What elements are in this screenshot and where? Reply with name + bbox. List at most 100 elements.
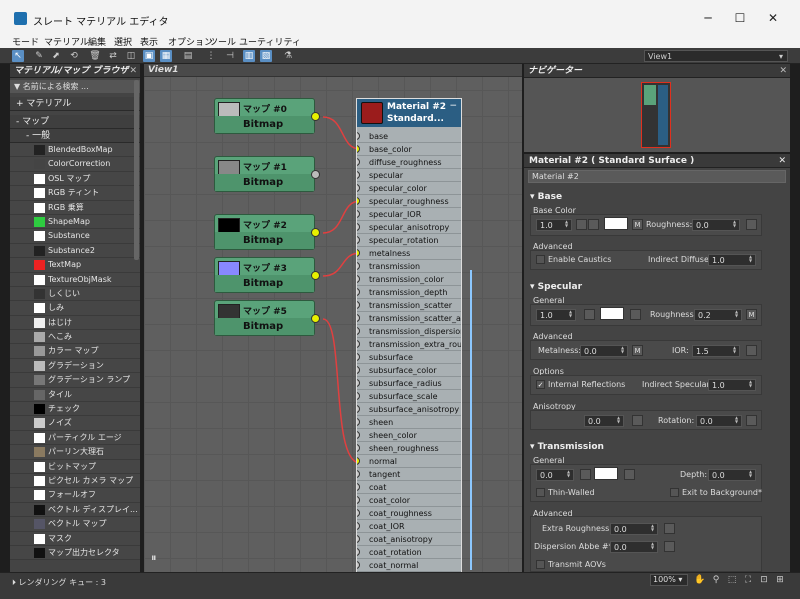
layout-all-icon[interactable]: ▤ <box>182 50 194 62</box>
transmission-section-header[interactable]: ▾ Transmission <box>530 442 604 452</box>
material-input-slot[interactable]: coat_IOR <box>357 520 461 533</box>
indirect-specular-spinner[interactable]: 1.0 <box>708 379 756 391</box>
group-materials[interactable]: + マテリアル <box>10 97 140 111</box>
material-input-slot[interactable]: subsurface_radius <box>357 377 461 390</box>
select-tool-icon[interactable]: ↖ <box>12 50 24 62</box>
input-port[interactable] <box>357 509 360 517</box>
input-port[interactable] <box>357 379 360 387</box>
input-port[interactable] <box>357 314 360 322</box>
input-port[interactable] <box>357 405 360 413</box>
indirect-diffuse-spinner[interactable]: 1.0 <box>708 254 756 266</box>
input-port[interactable] <box>357 184 360 192</box>
input-port[interactable] <box>357 444 360 452</box>
show-map-icon[interactable]: ▣ <box>143 50 155 62</box>
zoom-dropdown[interactable]: 100% ▾ <box>650 574 688 586</box>
specular-weight-spinner[interactable]: 1.0 <box>536 309 576 321</box>
transmission-weight-map-button[interactable] <box>580 469 591 480</box>
base-map-slot[interactable] <box>588 219 599 230</box>
map-list-item[interactable]: ベクトル ディスプレイ... <box>10 502 140 518</box>
close-button[interactable]: ✕ <box>762 8 784 28</box>
material-node[interactable]: Material #2 Standard... − base base_color… <box>356 98 462 572</box>
close-icon[interactable]: ✕ <box>129 64 137 78</box>
maximize-button[interactable]: ☐ <box>729 8 751 28</box>
depth-spinner[interactable]: 0.0 <box>708 469 756 481</box>
menu-mode[interactable]: モード <box>12 35 39 48</box>
input-port[interactable] <box>357 171 360 179</box>
material-input-slot[interactable]: metalness <box>357 247 461 260</box>
map-list-item[interactable]: RGB ティント <box>10 186 140 201</box>
input-port[interactable] <box>357 223 360 231</box>
dispersion-spinner[interactable]: 0.0 <box>610 541 658 553</box>
input-port[interactable] <box>357 262 360 270</box>
map-list-item[interactable]: OSL マップ <box>10 171 140 187</box>
map-list-item[interactable]: グラデーション ランプ <box>10 373 140 388</box>
metalness-spinner[interactable]: 0.0 <box>580 345 628 357</box>
input-port[interactable] <box>357 496 360 504</box>
map-node-3[interactable]: マップ #3 Bitmap <box>214 257 320 293</box>
material-input-slot[interactable]: coat_anisotropy <box>357 533 461 546</box>
internal-reflections-checkbox[interactable]: ✓ <box>536 380 545 389</box>
specular-section-header[interactable]: ▾ Specular <box>530 282 582 292</box>
extra-roughness-spinner[interactable]: 0.0 <box>610 523 658 535</box>
show-background-icon[interactable]: ▦ <box>160 50 172 62</box>
material-input-slot[interactable]: sheen_roughness <box>357 442 461 455</box>
input-port[interactable] <box>357 561 360 569</box>
base-section-header[interactable]: ▾ Base <box>530 192 562 202</box>
material-input-slot[interactable]: specular_IOR <box>357 208 461 221</box>
zoom-icon[interactable]: ⚲ <box>710 574 722 586</box>
anisotropy-map-button[interactable] <box>632 415 643 426</box>
exit-to-background-checkbox[interactable] <box>670 488 679 497</box>
material-input-slot[interactable]: subsurface_color <box>357 364 461 377</box>
menu-options[interactable]: オプション <box>168 35 213 48</box>
base-weight-map-button[interactable] <box>576 219 587 230</box>
output-port[interactable] <box>311 112 320 121</box>
specular-weight-map-button[interactable] <box>584 309 595 320</box>
input-port[interactable] <box>357 470 360 478</box>
map-list-item[interactable]: Substance <box>10 229 140 244</box>
map-list-item[interactable]: ビットマップ <box>10 459 140 474</box>
input-port[interactable] <box>357 145 360 153</box>
dispersion-map-button[interactable] <box>664 541 675 552</box>
map-list-item[interactable]: ピクセル カメラ マップ <box>10 473 140 489</box>
map-list-item[interactable]: カラー マップ <box>10 344 140 359</box>
enable-caustics-checkbox[interactable] <box>536 255 545 264</box>
input-port[interactable] <box>357 392 360 400</box>
material-input-slot[interactable]: specular_color <box>357 182 461 195</box>
transmission-color-swatch[interactable] <box>594 467 618 480</box>
map-list-item[interactable]: BlendedBoxMap <box>10 143 140 158</box>
input-port[interactable] <box>357 249 360 257</box>
collapse-icon[interactable]: − <box>449 101 457 111</box>
material-input-slot[interactable]: base_color <box>357 143 461 156</box>
layout-children-icon[interactable]: ⋮ <box>205 50 217 62</box>
material-input-slot[interactable]: normal <box>357 455 461 468</box>
menu-view[interactable]: 表示 <box>140 35 158 48</box>
material-input-slot[interactable]: coat_normal <box>357 559 461 572</box>
material-node-header[interactable]: Material #2 Standard... − <box>357 99 461 127</box>
menu-select[interactable]: 選択 <box>114 35 132 48</box>
assign-material-icon[interactable]: ⬈ <box>50 50 62 62</box>
menu-utilities[interactable]: ユーティリティ <box>239 35 301 48</box>
group-maps[interactable]: - マップ <box>10 115 140 129</box>
move-children-icon[interactable]: ⇄ <box>107 50 119 62</box>
map-list-item[interactable]: へこみ <box>10 330 140 345</box>
map-node-2[interactable]: マップ #2 Bitmap <box>214 214 320 250</box>
map-list-item[interactable]: TextMap <box>10 258 140 273</box>
hide-unused-icon[interactable]: ◫ <box>125 50 137 62</box>
input-port[interactable] <box>357 340 360 348</box>
input-port[interactable] <box>357 457 360 465</box>
material-input-slot[interactable]: tangent <box>357 468 461 481</box>
input-port[interactable] <box>357 548 360 556</box>
input-port[interactable] <box>357 210 360 218</box>
anisotropy-spinner[interactable]: 0.0 <box>584 415 624 427</box>
material-input-slot[interactable]: coat_rotation <box>357 546 461 559</box>
material-input-slot[interactable]: sheen_color <box>357 429 461 442</box>
map-list-item[interactable]: しみ <box>10 301 140 316</box>
map-list-item[interactable]: マップ出力セレクタ <box>10 545 140 561</box>
zoom-extents-icon[interactable]: ⛶ <box>742 574 754 586</box>
map-list-item[interactable]: しくじい <box>10 286 140 302</box>
minimize-button[interactable]: ─ <box>697 8 719 28</box>
extra-roughness-map-button[interactable] <box>664 523 675 534</box>
map-list-item[interactable]: ベクトル マップ <box>10 517 140 532</box>
select-by-material-icon[interactable]: ⚗ <box>282 50 294 62</box>
output-port[interactable] <box>311 228 320 237</box>
